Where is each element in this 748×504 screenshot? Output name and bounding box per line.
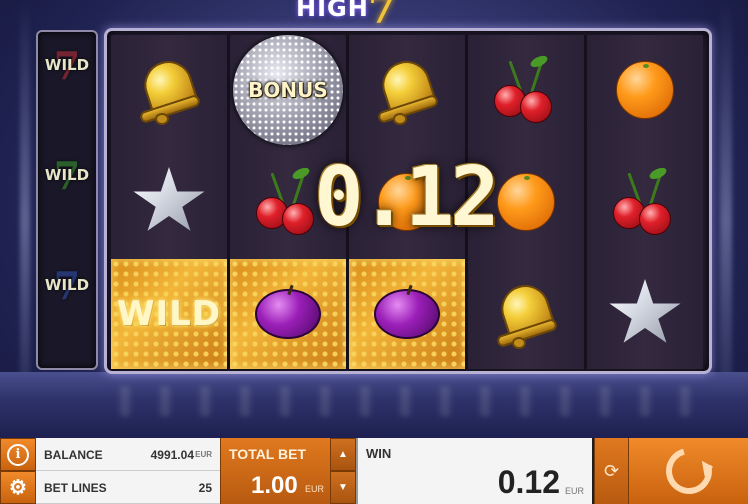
bell-icon xyxy=(494,278,559,349)
reel-cell-winning xyxy=(230,259,346,369)
reel-cell xyxy=(111,147,227,257)
bonus-label: BONUS xyxy=(248,78,328,102)
plum-icon xyxy=(374,289,440,339)
reel-cell xyxy=(468,259,584,369)
info-icon: i xyxy=(7,443,29,466)
side-wild-green: 7 WILD xyxy=(42,148,92,202)
side-wild-label: WILD xyxy=(44,166,90,184)
reel-column-1: WILD xyxy=(111,35,227,369)
bet-decrease-button[interactable]: ▼ xyxy=(330,471,356,504)
stage-floor xyxy=(0,372,748,438)
balance-unit: EUR xyxy=(195,450,212,459)
bell-icon xyxy=(137,54,202,125)
star-icon xyxy=(133,167,205,231)
balance-label: BALANCE xyxy=(44,448,103,462)
total-bet-value: 1.00 xyxy=(251,472,298,499)
reel-cell xyxy=(587,259,703,369)
autoplay-icon: ⟳ xyxy=(603,460,620,481)
orange-icon xyxy=(616,61,674,119)
reel-cell: BONUS xyxy=(230,35,346,145)
balance-panel: BALANCE 4991.04 EUR xyxy=(36,438,220,471)
side-wild-label: WILD xyxy=(44,276,90,294)
spin-button[interactable] xyxy=(628,438,748,504)
control-bar: i ⚙ BALANCE 4991.04 EUR BET LINES 25 TOT… xyxy=(0,438,748,504)
bonus-disco-ball-icon: BONUS xyxy=(233,35,343,145)
spin-icon xyxy=(657,439,720,503)
side-wild-label: WILD xyxy=(44,56,90,74)
bet-increase-button[interactable]: ▲ xyxy=(330,438,356,471)
reel-column-5 xyxy=(587,35,703,369)
total-bet-label: TOTAL BET xyxy=(229,446,306,462)
bet-lines-panel: BET LINES 25 xyxy=(36,471,220,504)
side-wild-red: 7 WILD xyxy=(42,38,92,92)
bell-icon xyxy=(375,54,440,125)
total-bet-unit: EUR xyxy=(304,484,324,494)
reel-cell-winning xyxy=(349,259,465,369)
bet-lines-label: BET LINES xyxy=(44,481,107,495)
reel-cell xyxy=(349,35,465,145)
autoplay-button[interactable]: ⟳ xyxy=(594,438,628,504)
win-amount-overlay: 0.12 xyxy=(314,150,499,245)
reel-cell xyxy=(111,35,227,145)
wild-symbol: WILD xyxy=(116,294,222,334)
gear-icon: ⚙ xyxy=(9,477,27,499)
cherry-icon xyxy=(609,165,681,237)
win-value: 0.12 xyxy=(497,464,560,500)
game-logo-text: HIGH xyxy=(296,0,369,22)
total-bet-panel: TOTAL BET 1.00 EUR xyxy=(220,438,330,504)
game-logo-seven: 7 xyxy=(368,0,396,33)
info-button[interactable]: i xyxy=(0,438,36,471)
reel-cell-winning: WILD xyxy=(111,259,227,369)
side-reel: 7 WILD 7 WILD 7 WILD xyxy=(36,30,98,370)
win-unit: EUR xyxy=(564,486,584,496)
reel-cell xyxy=(587,147,703,257)
plum-icon xyxy=(255,289,321,339)
side-wild-blue: 7 WILD xyxy=(42,258,92,312)
reel-cell xyxy=(468,35,584,145)
chevron-down-icon: ▼ xyxy=(338,482,348,493)
settings-button[interactable]: ⚙ xyxy=(0,471,36,504)
star-icon xyxy=(609,279,681,343)
win-label: WIN xyxy=(366,446,392,461)
reel-cell xyxy=(587,35,703,145)
cherry-icon xyxy=(490,53,562,125)
win-panel: WIN 0.12 EUR xyxy=(356,438,592,504)
bet-lines-value: 25 xyxy=(198,481,212,495)
chevron-up-icon: ▲ xyxy=(338,449,348,460)
balance-value: 4991.04 xyxy=(150,448,194,462)
